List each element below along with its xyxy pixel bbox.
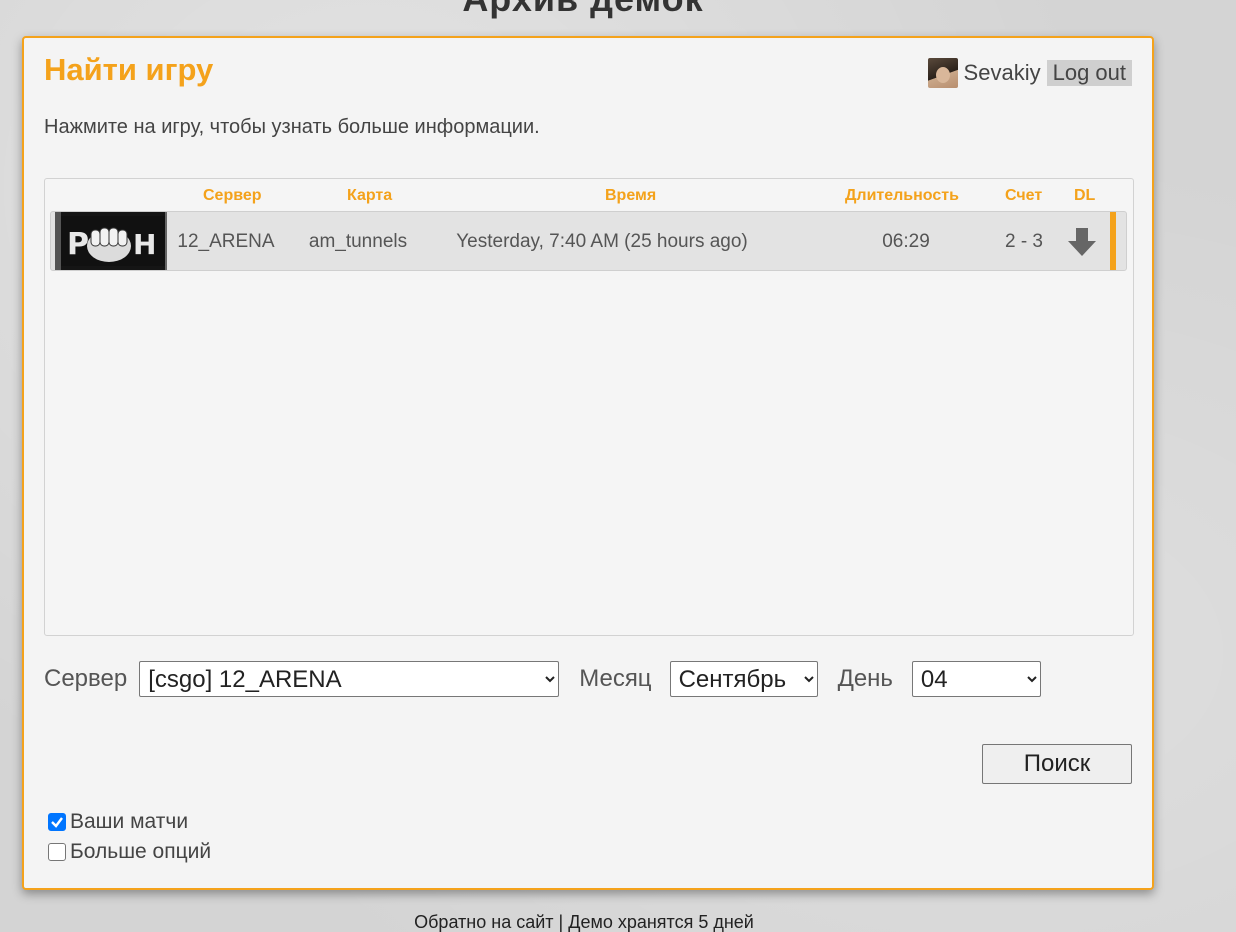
month-filter-label: Месяц <box>579 665 652 692</box>
server-filter-label: Сервер <box>44 665 128 692</box>
footer-separator: | <box>558 912 564 932</box>
panel-subtitle: Нажмите на игру, чтобы узнать больше инф… <box>44 116 540 138</box>
page-footer: Обратно на сайт | Демо хранятся 5 дней <box>0 912 1168 932</box>
games-list: Сервер Карта Время Длительность Счет DL … <box>44 178 1134 636</box>
filters-bar: Сервер [csgo] 12_ARENA Месяц Сентябрь Де… <box>44 661 1041 697</box>
game-score: 2 - 3 <box>1004 231 1044 252</box>
game-server: 12_ARENA <box>177 231 275 252</box>
panel-title: Найти игру <box>44 52 214 87</box>
column-header-map[interactable]: Карта <box>347 187 392 205</box>
svg-text:P: P <box>67 227 89 262</box>
row-accent-bar <box>1110 212 1116 270</box>
retention-note: Демо хранятся 5 дней <box>568 912 754 932</box>
game-map: am_tunnels <box>308 231 408 252</box>
svg-text:H: H <box>133 228 156 261</box>
logout-button[interactable]: Log out <box>1046 60 1132 86</box>
username[interactable]: Sevakiy <box>964 60 1041 86</box>
column-header-duration[interactable]: Длительность <box>845 187 959 205</box>
your-matches-option[interactable]: Ваши матчи <box>48 810 188 834</box>
more-options-checkbox[interactable] <box>48 843 66 861</box>
your-matches-label[interactable]: Ваши матчи <box>70 810 188 834</box>
fist-logo-icon: P H <box>61 216 165 266</box>
more-options-label[interactable]: Больше опций <box>70 840 211 864</box>
checkmark-icon <box>51 817 63 828</box>
column-header-time[interactable]: Время <box>605 187 656 205</box>
day-filter-label: День <box>837 665 893 692</box>
search-button[interactable]: Поиск <box>982 744 1132 784</box>
column-header-server[interactable]: Сервер <box>203 187 262 205</box>
game-duration: 06:29 <box>882 231 930 252</box>
download-arrow-icon[interactable] <box>1067 226 1097 258</box>
user-box: Sevakiy Log out <box>927 58 1132 88</box>
back-to-site-link[interactable]: Обратно на сайт <box>414 912 553 932</box>
column-header-dl: DL <box>1074 187 1096 204</box>
find-game-panel: Найти игру Sevakiy Log out Нажмите на иг… <box>22 36 1154 890</box>
game-time: Yesterday, 7:40 AM (25 hours ago) <box>456 231 748 252</box>
page-heading: Архив демок <box>0 0 1166 20</box>
user-avatar[interactable] <box>927 58 958 88</box>
games-header: Сервер Карта Время Длительность Счет DL <box>45 179 1133 211</box>
server-select[interactable]: [csgo] 12_ARENA <box>139 661 560 697</box>
day-select[interactable]: 04 <box>911 661 1041 697</box>
game-row[interactable]: P H 12_ARENA am_tunnels Yesterday, 7:40 … <box>50 211 1127 271</box>
more-options-option[interactable]: Больше опций <box>48 840 211 864</box>
month-select[interactable]: Сентябрь <box>669 661 818 697</box>
column-header-score[interactable]: Счет <box>1005 187 1042 205</box>
server-logo: P H <box>55 212 167 270</box>
your-matches-checkbox[interactable] <box>48 813 66 831</box>
